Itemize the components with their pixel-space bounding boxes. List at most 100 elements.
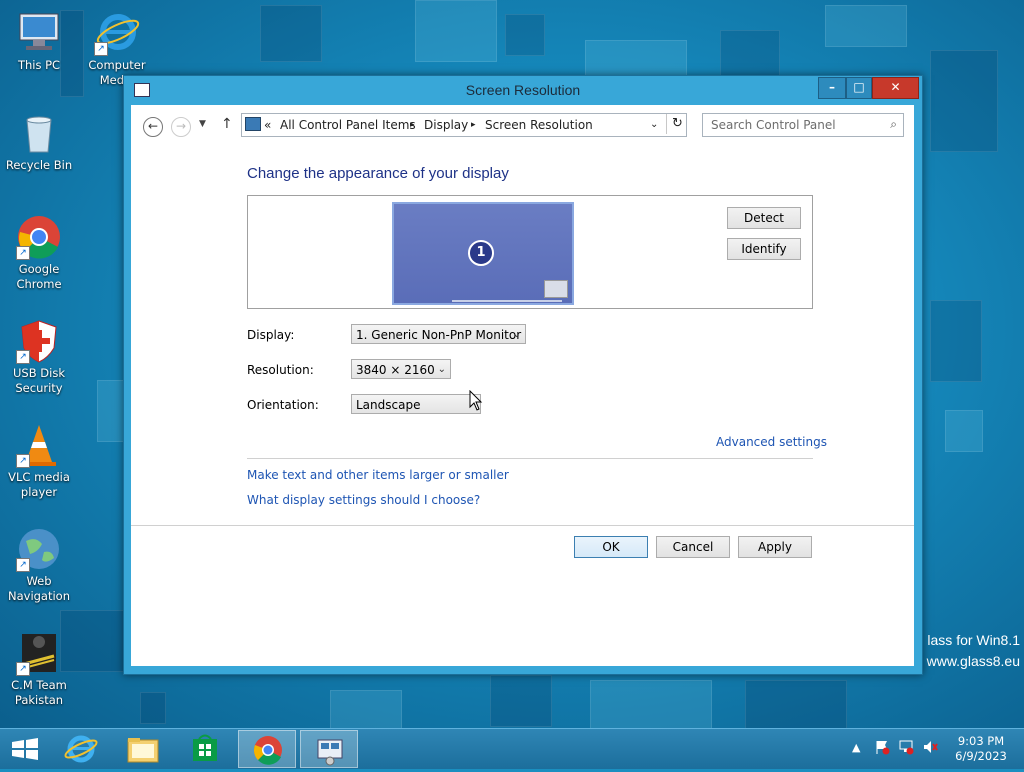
globe-icon: ↗ — [16, 526, 62, 572]
detect-button[interactable]: Detect — [727, 207, 801, 229]
window-title: Screen Resolution — [465, 82, 581, 98]
arrow-right-icon: → — [175, 119, 187, 133]
chrome-icon — [253, 736, 282, 765]
monitor-preview[interactable]: 1 — [392, 202, 574, 305]
monitor-number-badge: 1 — [468, 240, 494, 266]
close-button[interactable]: ✕ — [872, 77, 919, 99]
search-input[interactable]: Search Control Panel — [711, 118, 836, 132]
google-chrome-label: Google Chrome — [16, 262, 62, 291]
recycle-bin-icon[interactable]: Recycle Bin — [2, 110, 76, 173]
chevron-down-icon: ▼ — [199, 119, 206, 129]
vlc-media-player-label: VLC media player — [8, 470, 70, 499]
start-screen-tiles-icon — [544, 280, 568, 298]
apply-button[interactable]: Apply — [738, 536, 812, 558]
maximize-button[interactable]: □ — [846, 77, 872, 99]
web-navigation-icon[interactable]: ↗ Web Navigation — [2, 526, 76, 604]
action-center-tray[interactable] — [874, 739, 890, 758]
shortcut-arrow-icon: ↗ — [16, 246, 30, 260]
page-heading: Change the appearance of your display — [247, 165, 509, 182]
taskbar-google-chrome[interactable] — [238, 730, 296, 768]
recent-locations-dropdown[interactable]: ▼ — [199, 119, 206, 129]
show-hidden-icons-button[interactable]: ▲ — [852, 741, 860, 754]
trash-icon — [16, 110, 62, 156]
network-icon — [899, 740, 914, 755]
control-panel-icon — [317, 739, 343, 766]
up-button[interactable]: ↑ — [221, 116, 233, 132]
volume-tray[interactable] — [922, 739, 938, 758]
orientation-select[interactable]: Landscape — [351, 394, 481, 414]
internet-explorer-icon: ↗ — [94, 10, 140, 56]
recycle-bin-label: Recycle Bin — [5, 158, 73, 172]
taskbar-internet-explorer[interactable] — [52, 730, 110, 768]
control-panel-small-icon — [245, 117, 261, 131]
shortcut-arrow-icon: ↗ — [16, 350, 30, 364]
breadcrumb-all-control-panel-items[interactable]: All Control Panel Items — [280, 118, 416, 132]
google-chrome-icon[interactable]: ↗ Google Chrome — [2, 214, 76, 292]
minimize-icon: – — [829, 80, 835, 94]
title-bar[interactable]: Screen Resolution – □ ✕ — [124, 76, 922, 106]
arrow-up-icon: ↑ — [221, 116, 233, 132]
advanced-settings-link[interactable]: Advanced settings — [716, 435, 827, 449]
this-pc-icon[interactable]: This PC — [2, 10, 76, 73]
resolution-value: 3840 × 2160 — [356, 363, 435, 377]
internet-explorer-icon — [64, 735, 98, 763]
shortcut-arrow-icon: ↗ — [94, 42, 108, 56]
screen-resolution-window: Screen Resolution – □ ✕ ← → ▼ ↑ « All Co… — [123, 75, 923, 675]
orientation-label: Orientation: — [247, 398, 319, 412]
taskbar-store[interactable] — [176, 730, 234, 768]
resolution-select[interactable]: 3840 × 2160 ⌄ — [351, 359, 451, 379]
monitor-taskbar-hint — [452, 300, 562, 302]
watermark-line1: lass for Win8.1 — [927, 632, 1020, 648]
store-icon — [193, 734, 217, 761]
taskbar-control-panel[interactable] — [300, 730, 358, 768]
taskbar-file-explorer[interactable] — [114, 730, 172, 768]
display-select[interactable]: 1. Generic Non-PnP Monitor ⌄ — [351, 324, 526, 344]
display-label: Display: — [247, 328, 295, 342]
address-dropdown-chevron-icon[interactable]: ⌄ — [650, 119, 658, 130]
resolution-label: Resolution: — [247, 363, 314, 377]
start-button[interactable] — [0, 730, 58, 768]
orientation-value: Landscape — [356, 398, 421, 412]
breadcrumb-separator[interactable]: ▸ — [471, 120, 476, 130]
cm-team-pakistan-label: C.M Team Pakistan — [11, 678, 67, 707]
cm-logo-icon: ↗ — [16, 630, 62, 676]
minimize-button[interactable]: – — [818, 77, 846, 99]
network-tray[interactable] — [898, 739, 914, 758]
shortcut-arrow-icon: ↗ — [16, 454, 30, 468]
display-settings-help-link[interactable]: What display settings should I choose? — [247, 493, 480, 507]
breadcrumb-screen-resolution[interactable]: Screen Resolution — [485, 118, 593, 132]
watermark-line2: www.glass8.eu — [926, 653, 1020, 669]
footer-divider — [131, 525, 914, 526]
cancel-button[interactable]: Cancel — [656, 536, 730, 558]
mouse-cursor-icon — [469, 390, 483, 411]
search-box[interactable]: Search Control Panel ⌕ — [702, 113, 904, 137]
forward-button[interactable]: → — [171, 117, 191, 137]
caret-up-icon: ▲ — [852, 741, 861, 754]
speaker-muted-icon — [924, 741, 938, 753]
refresh-icon[interactable]: ↻ — [672, 116, 683, 131]
monitor-arrangement-panel: 1 Detect Identify — [247, 195, 813, 309]
system-clock[interactable]: 9:03 PM 6/9/2023 — [946, 734, 1016, 764]
breadcrumb-display[interactable]: Display — [424, 118, 468, 132]
chrome-icon: ↗ — [16, 214, 62, 260]
traffic-cone-icon: ↗ — [16, 422, 62, 468]
shortcut-arrow-icon: ↗ — [16, 662, 30, 676]
text-size-link[interactable]: Make text and other items larger or smal… — [247, 468, 509, 482]
cm-team-pakistan-icon[interactable]: ↗ C.M Team Pakistan — [2, 630, 76, 708]
identify-button[interactable]: Identify — [727, 238, 801, 260]
folder-icon — [127, 738, 159, 763]
window-content: ← → ▼ ↑ « All Control Panel Items ▸ Disp… — [131, 105, 914, 666]
usb-disk-security-icon[interactable]: ↗ USB Disk Security — [2, 318, 76, 396]
vlc-media-player-icon[interactable]: ↗ VLC media player — [2, 422, 76, 500]
usb-disk-security-label: USB Disk Security — [13, 366, 65, 395]
breadcrumb-separator[interactable]: ▸ — [410, 120, 415, 130]
search-icon[interactable]: ⌕ — [890, 117, 897, 132]
back-button[interactable]: ← — [143, 117, 163, 137]
chevron-down-icon: ⌄ — [437, 364, 446, 375]
display-value: 1. Generic Non-PnP Monitor — [356, 328, 522, 342]
section-divider — [247, 458, 813, 459]
maximize-icon: □ — [853, 80, 865, 94]
web-navigation-label: Web Navigation — [7, 574, 71, 603]
address-bar[interactable]: « All Control Panel Items ▸ Display ▸ Sc… — [241, 113, 687, 137]
ok-button[interactable]: OK — [574, 536, 648, 558]
